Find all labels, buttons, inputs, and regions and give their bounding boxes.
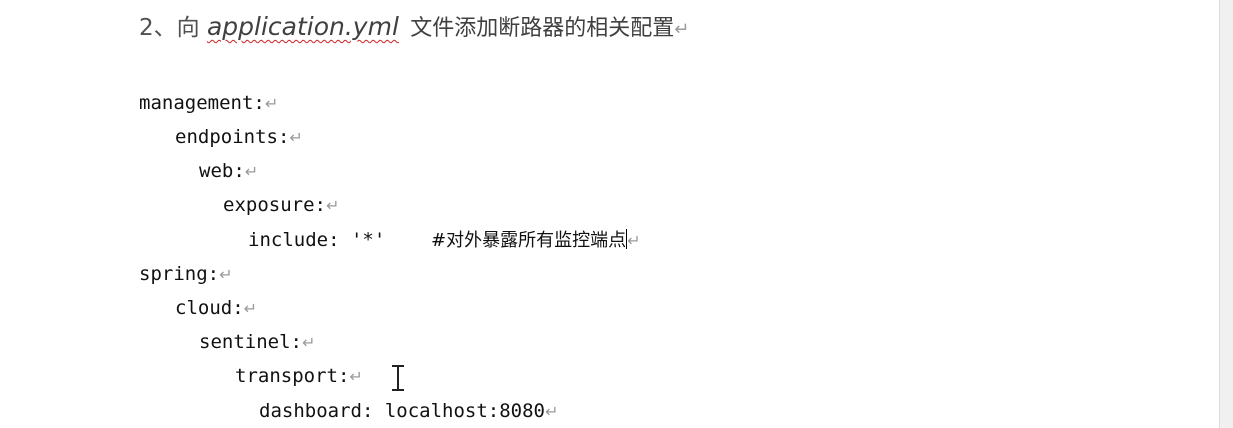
ibeam-cursor-icon — [392, 365, 404, 391]
code-line-cloud: cloud:↵ — [175, 296, 257, 321]
code-line-sentinel: sentinel:↵ — [199, 330, 315, 355]
paragraph-mark-icon: ↵ — [544, 402, 559, 421]
code-line-exposure: exposure:↵ — [223, 193, 339, 218]
code-text: transport: — [235, 365, 350, 387]
paragraph-mark-icon: ↵ — [243, 299, 258, 318]
code-text: cloud: — [175, 297, 244, 319]
code-text: sentinel: — [199, 331, 302, 353]
code-text: management: — [139, 92, 265, 114]
code-line-management: management:↵ — [139, 91, 278, 116]
paragraph-mark-icon: ↵ — [289, 128, 303, 147]
code-text: exposure: — [223, 194, 326, 216]
code-text: spring: — [139, 263, 220, 285]
code-text: web: — [199, 160, 245, 182]
code-text: include: '*' — [248, 229, 432, 251]
paragraph-mark-icon: ↵ — [244, 162, 259, 181]
code-comment: #对外暴露所有监控端点 — [431, 230, 627, 251]
code-line-web: web:↵ — [199, 159, 258, 184]
paragraph-mark-icon: ↵ — [325, 196, 340, 215]
code-line-include: include: '*' #对外暴露所有监控端点↵ — [248, 228, 641, 253]
paragraph-mark-icon: ↵ — [219, 265, 233, 284]
section-heading: 2、向 application.yml 文件添加断路器的相关配置↵ — [139, 10, 689, 47]
heading-number: 2、向 — [139, 15, 200, 41]
code-text: endpoints: — [175, 126, 290, 148]
document-page[interactable]: 2、向 application.yml 文件添加断路器的相关配置↵ manage… — [0, 0, 1233, 428]
code-line-dashboard: dashboard: localhost:8080↵ — [259, 399, 558, 424]
paragraph-mark-icon: ↵ — [674, 19, 690, 40]
code-text: dashboard: localhost:8080 — [259, 400, 545, 422]
paragraph-mark-icon: ↵ — [264, 94, 279, 113]
heading-filename: application.yml — [206, 12, 399, 41]
vertical-scrollbar[interactable] — [1219, 0, 1233, 428]
heading-text: 文件添加断路器的相关配置 — [410, 16, 675, 41]
paragraph-mark-icon: ↵ — [349, 367, 363, 386]
paragraph-mark-icon: ↵ — [301, 333, 316, 352]
code-line-transport: transport:↵ — [235, 364, 363, 389]
code-line-spring: spring:↵ — [139, 262, 232, 287]
code-line-endpoints: endpoints:↵ — [175, 125, 303, 150]
paragraph-mark-icon: ↵ — [627, 231, 641, 250]
